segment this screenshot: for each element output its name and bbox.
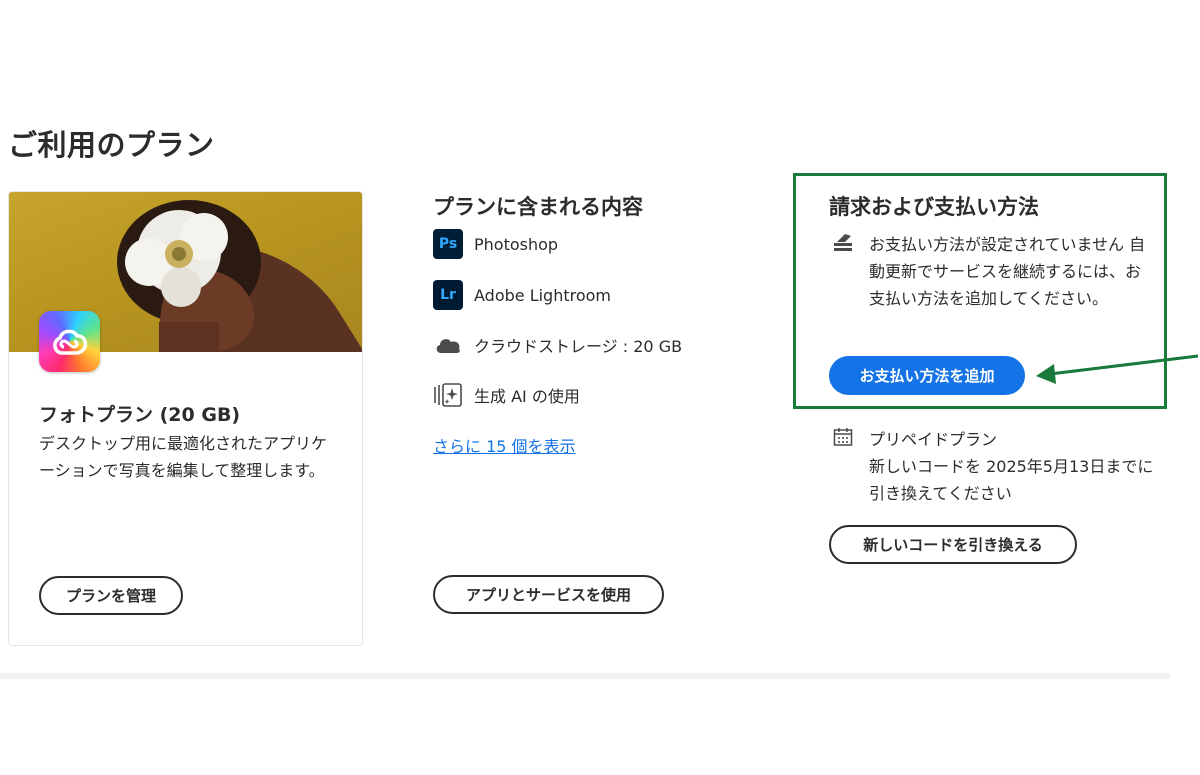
plan-card: フォトプラン (20 GB) デスクトップ用に最適化されたアプリケーションで写真…: [8, 191, 363, 646]
billing-title: 請求および支払い方法: [829, 195, 1039, 219]
show-more-link[interactable]: さらに 15 個を表示: [433, 433, 576, 457]
payment-icon: [833, 232, 855, 256]
creative-cloud-icon: [39, 311, 100, 372]
included-title: プランに含まれる内容: [433, 195, 643, 219]
included-item-photoshop: Ps Photoshop: [433, 229, 558, 259]
lightroom-icon: Lr: [433, 280, 463, 310]
page-title: ご利用のプラン: [8, 128, 215, 162]
included-item-label: 生成 AI の使用: [474, 387, 580, 406]
included-item-label: クラウドストレージ : 20 GB: [474, 337, 683, 356]
calendar-icon: [833, 427, 853, 451]
generative-ai-icon: [433, 380, 463, 410]
plan-name: フォトプラン (20 GB): [39, 404, 241, 426]
included-item-genai: 生成 AI の使用: [433, 380, 580, 410]
section-divider: [0, 673, 1170, 679]
manage-plan-button[interactable]: プランを管理: [39, 576, 183, 615]
cloud-icon: [433, 330, 463, 360]
plan-description: デスクトップ用に最適化されたアプリケーションで写真を編集して整理します。: [39, 434, 328, 480]
add-payment-button[interactable]: お支払い方法を追加: [829, 356, 1025, 395]
photoshop-icon: Ps: [433, 229, 463, 259]
prepaid-title: プリペイドプラン: [869, 430, 998, 449]
billing-message: お支払い方法が設定されていません 自動更新でサービスを継続するには、お支払い方法…: [869, 235, 1146, 308]
included-item-lightroom: Lr Adobe Lightroom: [433, 280, 611, 310]
included-item-storage: クラウドストレージ : 20 GB: [433, 330, 682, 360]
included-item-label: Photoshop: [474, 234, 559, 254]
included-item-label: Adobe Lightroom: [474, 285, 612, 305]
redeem-code-button[interactable]: 新しいコードを引き換える: [829, 525, 1077, 564]
annotation-arrow-icon: [1036, 354, 1199, 384]
use-apps-button[interactable]: アプリとサービスを使用: [433, 575, 664, 614]
prepaid-message: 新しいコードを 2025年5月13日までに引き換えてください: [869, 457, 1154, 503]
